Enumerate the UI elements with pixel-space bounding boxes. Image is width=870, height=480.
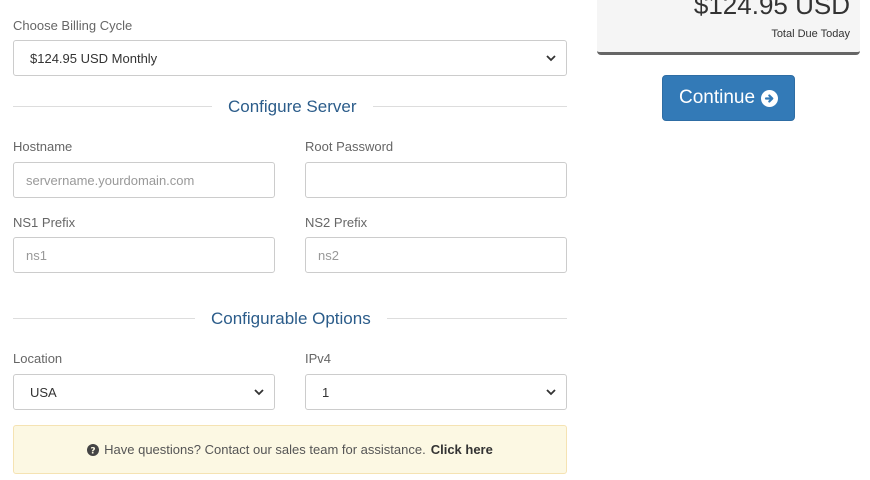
question-circle-icon: ?: [87, 443, 100, 456]
arrow-circle-right-icon: [761, 89, 779, 107]
total-amount: $124.95 USD: [693, 0, 850, 20]
ipv4-select[interactable]: 1: [305, 374, 567, 410]
total-due-label: Total Due Today: [771, 28, 850, 40]
billing-cycle-label: Choose Billing Cycle: [13, 18, 133, 33]
contact-sales-link[interactable]: Click here: [431, 442, 493, 457]
location-label: Location: [13, 351, 63, 366]
hostname-label: Hostname: [13, 139, 73, 154]
help-alert-text: Have questions? Contact our sales team f…: [104, 442, 426, 457]
billing-cycle-value: $124.95 USD Monthly: [30, 50, 158, 66]
hostname-input[interactable]: servername.yourdomain.com: [13, 162, 275, 198]
ipv4-value: 1: [322, 384, 330, 400]
order-summary-total: $124.95 USD Total Due Today: [597, 0, 860, 55]
ns2-prefix-label: NS2 Prefix: [305, 215, 368, 230]
ns1-prefix-label: NS1 Prefix: [13, 215, 76, 230]
chevron-down-icon: [546, 55, 556, 62]
ns2-prefix-input[interactable]: ns2: [305, 237, 567, 273]
chevron-down-icon: [546, 389, 556, 396]
configure-server-heading: Configure Server: [212, 97, 373, 117]
continue-button[interactable]: Continue: [662, 75, 795, 121]
ipv4-label: IPv4: [305, 351, 332, 366]
ns1-prefix-input[interactable]: ns1: [13, 237, 275, 273]
help-alert: ? Have questions? Contact our sales team…: [13, 425, 567, 474]
root-password-input[interactable]: [305, 162, 567, 198]
continue-button-label: Continue: [678, 87, 756, 108]
configurable-options-heading: Configurable Options: [195, 309, 387, 329]
billing-cycle-select[interactable]: $124.95 USD Monthly: [13, 40, 567, 76]
location-value: USA: [30, 384, 57, 400]
svg-text:?: ?: [91, 446, 96, 456]
chevron-down-icon: [254, 389, 264, 396]
root-password-label: Root Password: [305, 139, 394, 154]
location-select[interactable]: USA: [13, 374, 275, 410]
